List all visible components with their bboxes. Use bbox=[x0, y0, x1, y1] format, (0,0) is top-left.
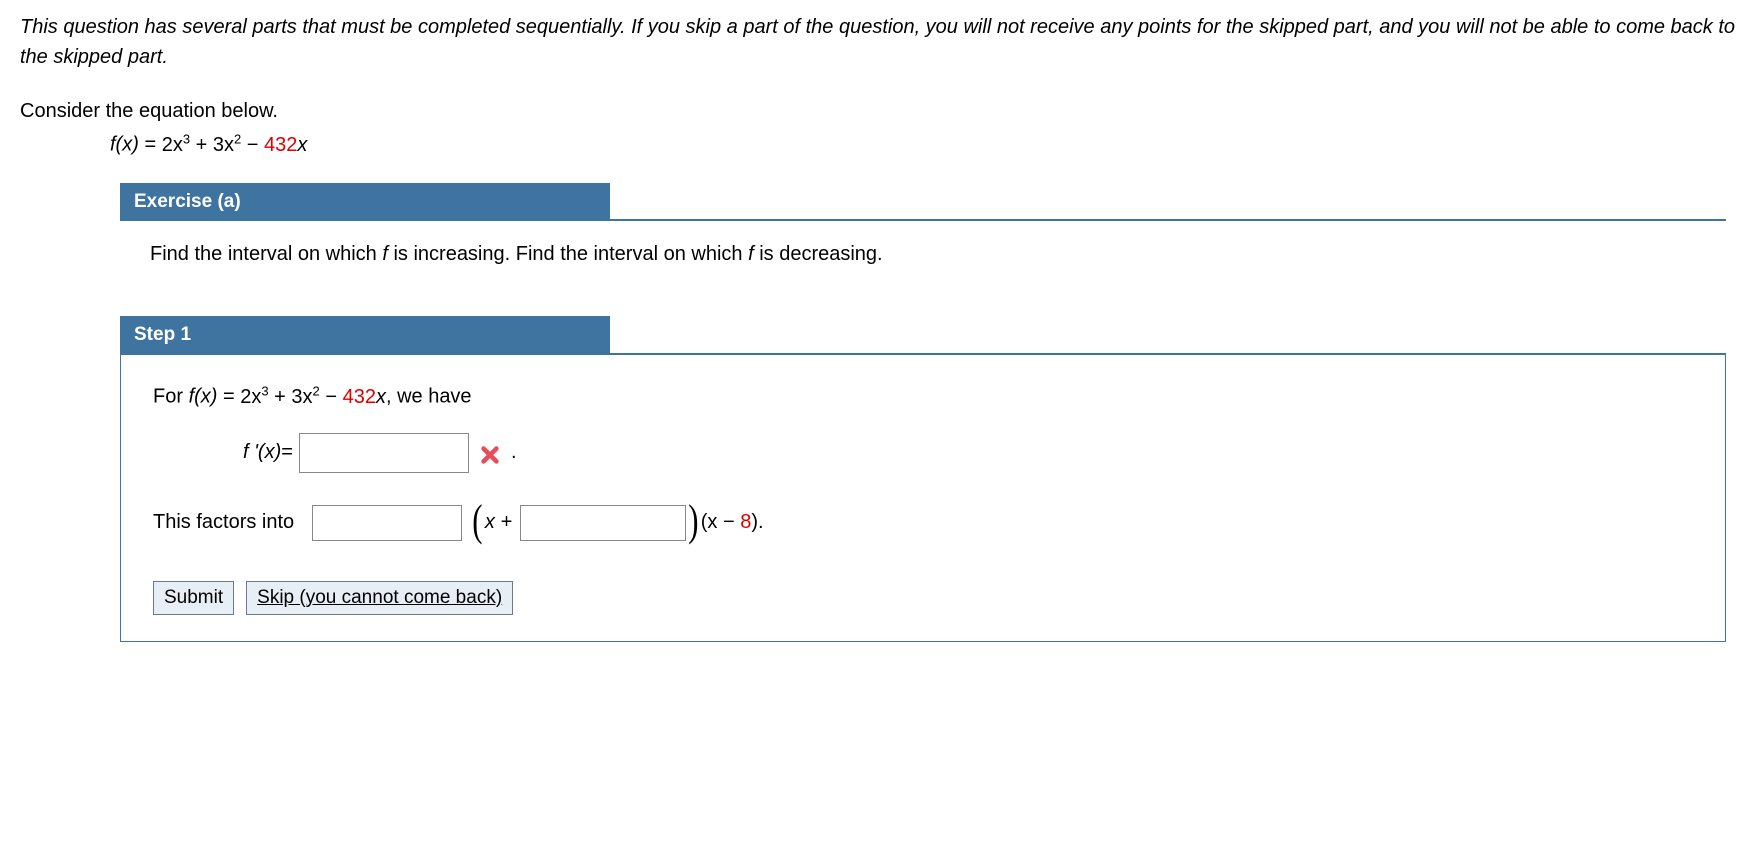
step-tab: Step 1 bbox=[120, 316, 610, 355]
factor-root-input[interactable] bbox=[520, 505, 686, 541]
skip-button[interactable]: Skip (you cannot come back) bbox=[246, 581, 513, 615]
submit-button[interactable]: Submit bbox=[153, 581, 234, 615]
exercise-body: Find the interval on which f is increasi… bbox=[120, 221, 1726, 276]
step-line-1: For f(x) = 2x3 + 3x2 − 432x, we have bbox=[153, 383, 1693, 409]
sequential-instructions: This question has several parts that mus… bbox=[20, 12, 1736, 72]
equation-rhs: 2x3 + 3x2 − 432x bbox=[162, 134, 308, 156]
factor-coeff-input[interactable] bbox=[312, 505, 462, 541]
open-paren-icon: ( bbox=[472, 499, 482, 543]
period-text: . bbox=[511, 441, 517, 464]
tail-expression: (x − 8). bbox=[701, 511, 764, 534]
step-body: For f(x) = 2x3 + 3x2 − 432x, we have f '… bbox=[120, 355, 1726, 642]
incorrect-x-icon bbox=[479, 437, 501, 468]
fprime-row: f '(x) = . bbox=[243, 433, 1693, 473]
exercise-header: Exercise (a) bbox=[120, 183, 1726, 222]
factors-text: This factors into bbox=[153, 511, 294, 534]
equation-lhs: f(x) bbox=[110, 134, 139, 156]
step-header: Step 1 bbox=[120, 316, 1726, 355]
equation-display: f(x) = 2x3 + 3x2 − 432x bbox=[110, 131, 1736, 157]
x-plus-text: x + bbox=[485, 511, 512, 534]
fprime-input[interactable] bbox=[299, 433, 469, 473]
close-paren-icon: ) bbox=[688, 499, 698, 543]
fprime-label: f '(x) bbox=[243, 441, 281, 464]
factors-row: This factors into ( x + ) (x − 8). bbox=[153, 501, 1693, 545]
prompt-text: Consider the equation below. bbox=[20, 100, 1736, 123]
equation-inline: f(x) bbox=[189, 386, 223, 408]
exercise-tab: Exercise (a) bbox=[120, 183, 610, 222]
